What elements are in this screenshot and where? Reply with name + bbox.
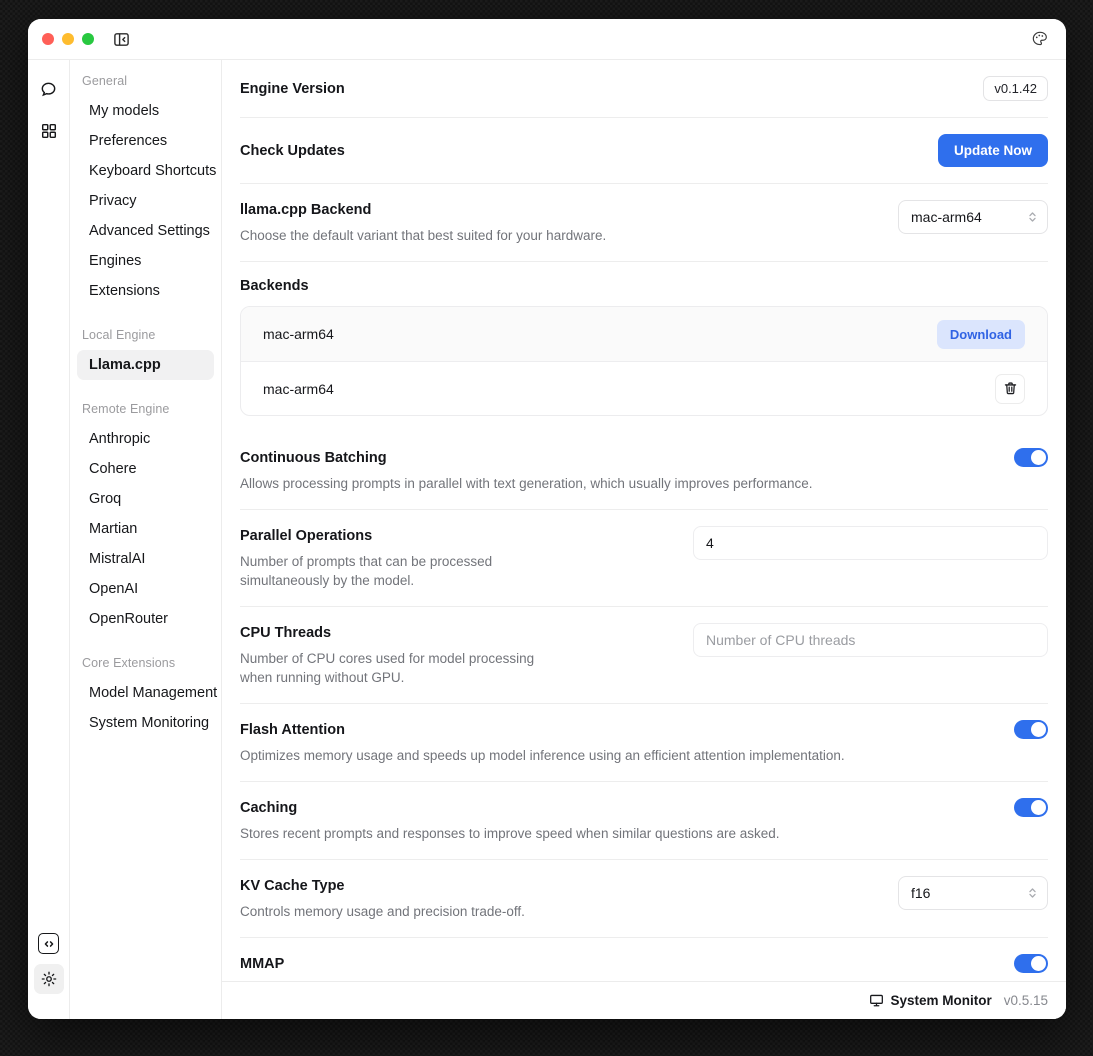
app-window: General My models Preferences Keyboard S…	[28, 19, 1066, 1019]
rail-bottom-group	[33, 933, 64, 1019]
table-row[interactable]: mac-arm64	[241, 361, 1047, 415]
kv-cache-type-value: f16	[911, 885, 931, 901]
app-version-label: v0.5.15	[1003, 993, 1048, 1008]
sidebar-item-openai[interactable]: OpenAI	[77, 574, 214, 604]
setting-title: Continuous Batching	[240, 450, 387, 466]
sidebar-item-advanced-settings[interactable]: Advanced Settings	[77, 216, 214, 246]
sidebar-item-mistralai[interactable]: MistralAI	[77, 544, 214, 574]
sidebar-item-cohere[interactable]: Cohere	[77, 454, 214, 484]
setting-description: Controls memory usage and precision trad…	[240, 904, 525, 919]
chat-bubble-icon[interactable]	[34, 74, 64, 104]
sidebar-item-martian[interactable]: Martian	[77, 514, 214, 544]
system-monitor-label: System Monitor	[890, 993, 992, 1008]
sidebar-item-privacy[interactable]: Privacy	[77, 186, 214, 216]
settings-list: Engine Version v0.1.42 Check Updates Upd…	[222, 60, 1066, 981]
status-bar: System Monitor v0.5.15	[222, 981, 1066, 1019]
setting-description: Allows processing prompts in parallel wi…	[240, 476, 813, 491]
gear-icon[interactable]	[33, 964, 64, 994]
title-bar	[28, 19, 1066, 60]
setting-continuous-batching: Continuous Batching Allows processing pr…	[240, 432, 1048, 510]
setting-engine-version: Engine Version v0.1.42	[240, 60, 1048, 118]
setting-flash-attention: Flash Attention Optimizes memory usage a…	[240, 704, 1048, 782]
mmap-toggle[interactable]	[1014, 954, 1048, 973]
sidebar-item-openrouter[interactable]: OpenRouter	[77, 604, 214, 634]
caching-toggle[interactable]	[1014, 798, 1048, 817]
settings-sidebar: General My models Preferences Keyboard S…	[70, 60, 222, 1019]
nav-group-core-extensions: Core Extensions Model Management System …	[70, 656, 221, 738]
sidebar-item-keyboard-shortcuts[interactable]: Keyboard Shortcuts	[77, 156, 216, 186]
sidebar-item-groq[interactable]: Groq	[77, 484, 214, 514]
setting-title: Caching	[240, 800, 298, 816]
sidebar-item-engines[interactable]: Engines	[77, 246, 214, 276]
backend-variant-value: mac-arm64	[911, 209, 982, 225]
main-panel: Engine Version v0.1.42 Check Updates Upd…	[222, 60, 1066, 1019]
setting-description: Stores recent prompts and responses to i…	[240, 826, 780, 841]
nav-group-general: General My models Preferences Keyboard S…	[70, 74, 221, 306]
setting-title: Parallel Operations	[240, 528, 373, 544]
sidebar-item-model-management[interactable]: Model Management	[77, 678, 217, 708]
sidebar-item-preferences[interactable]: Preferences	[77, 126, 214, 156]
minimize-window-button[interactable]	[62, 33, 74, 45]
nav-group-label: Remote Engine	[82, 402, 170, 416]
flash-attention-toggle[interactable]	[1014, 720, 1048, 739]
setting-kv-cache-type: KV Cache Type Controls memory usage and …	[240, 860, 1048, 938]
setting-description: Optimizes memory usage and speeds up mod…	[240, 748, 845, 763]
setting-cpu-threads: CPU Threads Number of CPU cores used for…	[240, 607, 1048, 704]
nav-group-label: General	[82, 74, 128, 88]
setting-title: llama.cpp Backend	[240, 202, 372, 218]
chevron-updown-icon	[1028, 210, 1037, 224]
setting-caching: Caching Stores recent prompts and respon…	[240, 782, 1048, 860]
nav-group-label: Local Engine	[82, 328, 156, 342]
backend-name: mac-arm64	[263, 380, 334, 397]
code-icon[interactable]	[38, 933, 59, 954]
chevron-updown-icon	[1028, 886, 1037, 900]
system-monitor-button[interactable]: System Monitor	[869, 993, 992, 1008]
setting-llamacpp-backend: llama.cpp Backend Choose the default var…	[240, 184, 1048, 262]
parallel-operations-input[interactable]: 4	[693, 526, 1048, 560]
maximize-window-button[interactable]	[82, 33, 94, 45]
close-window-button[interactable]	[42, 33, 54, 45]
sidebar-item-my-models[interactable]: My models	[77, 96, 214, 126]
continuous-batching-toggle[interactable]	[1014, 448, 1048, 467]
cpu-threads-input[interactable]: Number of CPU threads	[693, 623, 1048, 657]
sidebar-item-anthropic[interactable]: Anthropic	[77, 424, 214, 454]
update-now-button[interactable]: Update Now	[937, 134, 1048, 167]
setting-description: Number of prompts that can be processed …	[240, 554, 493, 588]
palette-icon[interactable]	[1028, 27, 1052, 51]
sidebar-item-system-monitoring[interactable]: System Monitoring	[77, 708, 214, 738]
table-row[interactable]: mac-arm64 Download	[241, 307, 1047, 361]
nav-group-remote-engine: Remote Engine Anthropic Cohere Groq Mart…	[70, 402, 221, 634]
icon-rail	[28, 60, 70, 1019]
setting-title: MMAP	[240, 956, 285, 972]
monitor-icon	[869, 993, 884, 1008]
window-body: General My models Preferences Keyboard S…	[28, 60, 1066, 1019]
sidebar-item-extensions[interactable]: Extensions	[77, 276, 214, 306]
panel-collapse-icon[interactable]	[112, 30, 131, 49]
backend-variant-select[interactable]: mac-arm64	[898, 200, 1048, 234]
nav-group-label: Core Extensions	[82, 656, 176, 670]
setting-check-updates: Check Updates Update Now	[240, 118, 1048, 184]
backend-name: mac-arm64	[263, 326, 334, 342]
setting-mmap: MMAP Loads model files more efficiently …	[240, 938, 1048, 981]
kv-cache-type-select[interactable]: f16	[898, 876, 1048, 910]
backends-card: mac-arm64 Download mac-arm64	[240, 306, 1048, 416]
nav-group-local-engine: Local Engine Llama.cpp	[70, 328, 221, 380]
setting-title: KV Cache Type	[240, 878, 345, 894]
engine-version-badge: v0.1.42	[983, 76, 1048, 101]
backends-title: Backends	[240, 278, 309, 294]
download-backend-button[interactable]: Download	[936, 319, 1025, 349]
setting-description: Choose the default variant that best sui…	[240, 228, 607, 243]
sidebar-item-llama-cpp[interactable]: Llama.cpp	[77, 350, 214, 380]
setting-title: Engine Version	[240, 80, 345, 97]
window-controls	[42, 33, 94, 45]
setting-title: Flash Attention	[240, 722, 345, 738]
grid-icon[interactable]	[34, 116, 64, 146]
setting-parallel-operations: Parallel Operations Number of prompts th…	[240, 510, 1048, 607]
backends-section: Backends mac-arm64 Download mac-arm64	[240, 262, 1048, 416]
setting-description: Number of CPU cores used for model proce…	[240, 651, 535, 685]
setting-title: CPU Threads	[240, 625, 332, 641]
trash-icon[interactable]	[995, 373, 1025, 404]
setting-title: Check Updates	[240, 142, 345, 159]
